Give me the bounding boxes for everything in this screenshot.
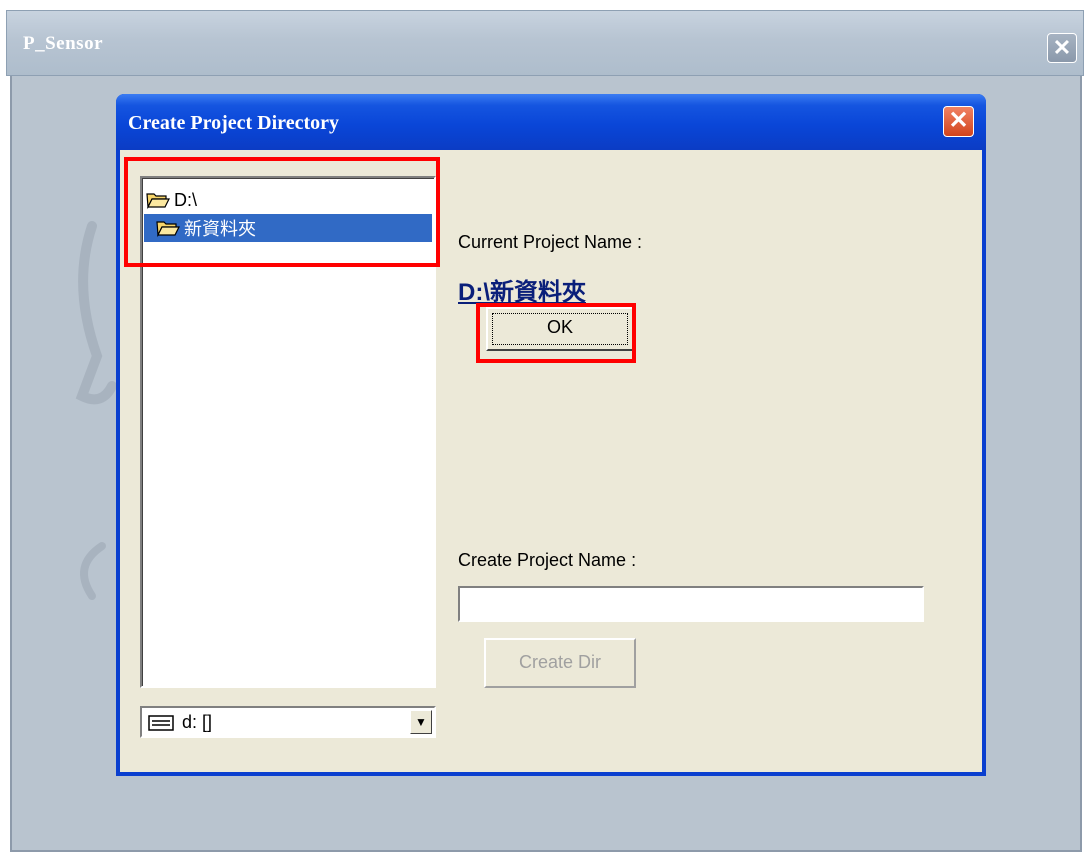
- highlight-box-tree: [124, 157, 440, 267]
- close-icon: ✕: [948, 107, 969, 134]
- current-project-label: Current Project Name :: [458, 232, 643, 252]
- background-decoration: [75, 221, 117, 600]
- drive-combobox[interactable]: d: [] ▼: [140, 706, 436, 738]
- current-project-value: D:\新資料夾: [458, 279, 586, 306]
- create-project-label: Create Project Name :: [458, 550, 637, 570]
- dropdown-button[interactable]: ▼: [410, 710, 432, 734]
- create-project-input[interactable]: [458, 586, 924, 622]
- dialog-close-button[interactable]: ✕: [943, 106, 974, 137]
- dialog-title: Create Project Directory: [128, 112, 339, 134]
- drive-value: d: []: [182, 712, 213, 732]
- outer-window-title: P_Sensor: [23, 33, 103, 54]
- outer-close-button[interactable]: ✕: [1047, 33, 1077, 63]
- create-dir-button[interactable]: Create Dir: [484, 638, 636, 688]
- dialog-titlebar[interactable]: Create Project Directory ✕: [116, 94, 986, 150]
- drive-icon: [148, 715, 174, 731]
- highlight-box-ok: [476, 303, 636, 363]
- chevron-down-icon: ▼: [415, 715, 427, 729]
- outer-titlebar: P_Sensor ✕: [6, 10, 1084, 76]
- close-icon: ✕: [1052, 35, 1072, 60]
